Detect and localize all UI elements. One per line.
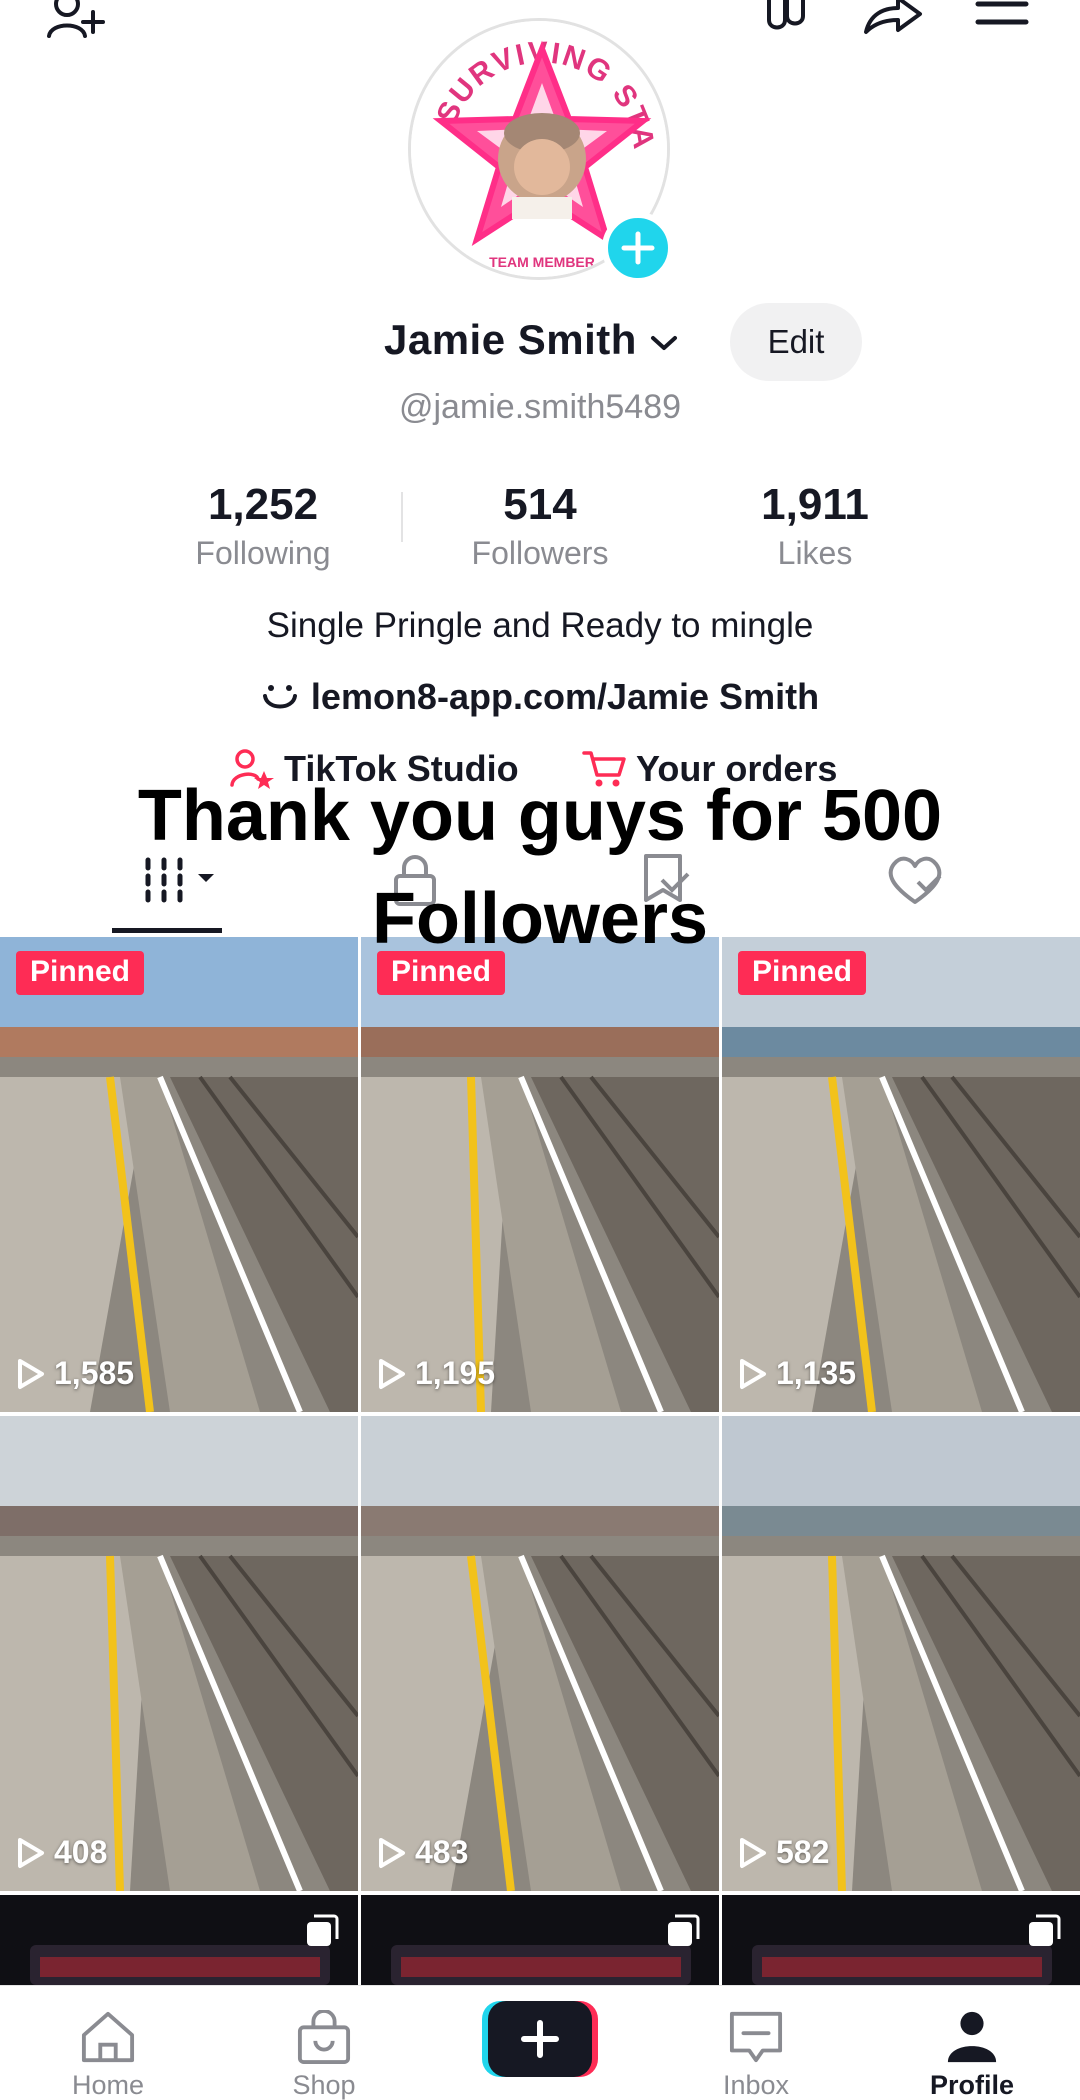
play-icon [379, 1837, 405, 1868]
video-preview-image [0, 937, 358, 1412]
view-count: 1,135 [738, 1355, 856, 1392]
nav-profile[interactable]: Profile [872, 1986, 1072, 2100]
following-count[interactable]: 1,252 [143, 480, 383, 530]
following-label[interactable]: Following [143, 535, 383, 572]
profile-link-text: lemon8-app.com/Jamie Smith [310, 676, 820, 717]
multi-photo-icon [668, 1914, 700, 1946]
nav-home-label: Home [71, 2070, 145, 2100]
home-icon [81, 2011, 135, 2063]
multi-photo-icon [307, 1914, 339, 1946]
profile-icon [947, 2011, 997, 2063]
profile-handle: @jamie.smith5489 [398, 388, 682, 426]
overlay-caption-line2: Followers [371, 879, 709, 959]
nav-home[interactable]: Home [8, 1986, 208, 2100]
view-count-text: 1,585 [54, 1355, 135, 1391]
video-thumbnail[interactable]: Pinned 1,585 [0, 937, 358, 1412]
nav-inbox-label: Inbox [722, 2070, 790, 2100]
profile-name: Jamie Smith [384, 316, 637, 363]
video-thumbnail[interactable]: 483 [361, 1416, 719, 1891]
nav-shop[interactable]: Shop [224, 1986, 424, 2100]
share-icon[interactable] [857, 0, 927, 44]
shopping-bag-icon [297, 2010, 351, 2064]
stat-divider [401, 492, 403, 542]
video-thumbnail[interactable] [361, 1895, 719, 1985]
view-count: 582 [738, 1834, 829, 1871]
view-count: 1,195 [377, 1355, 495, 1392]
inbox-icon [729, 2011, 783, 2063]
profile-bio: Single Pringle and Ready to mingle [266, 606, 814, 645]
video-thumbnail[interactable]: 408 [0, 1416, 358, 1891]
play-icon [18, 1358, 44, 1389]
bottom-navigation: Home Shop Inbox Profile [0, 1985, 1080, 2100]
profile-name-button[interactable]: Jamie Smith [384, 316, 679, 364]
view-count: 1,585 [16, 1355, 134, 1392]
edit-profile-button[interactable]: Edit [730, 303, 862, 381]
video-thumbnail[interactable] [722, 1895, 1080, 1985]
svg-text:TEAM MEMBER: TEAM MEMBER [489, 254, 595, 270]
nav-shop-label: Shop [292, 2070, 356, 2100]
view-count: 483 [377, 1834, 468, 1871]
video-thumbnail[interactable]: Pinned 1,135 [722, 937, 1080, 1412]
followers-label[interactable]: Followers [420, 535, 660, 572]
likes-count[interactable]: 1,911 [695, 480, 935, 530]
play-icon [740, 1837, 766, 1868]
view-count-text: 1,195 [415, 1355, 496, 1391]
nav-profile-label: Profile [929, 2070, 1015, 2100]
play-icon [379, 1358, 405, 1389]
footprints-icon[interactable] [748, 0, 818, 44]
view-count-text: 483 [415, 1834, 469, 1870]
view-count: 408 [16, 1834, 107, 1871]
video-thumbnail[interactable]: Pinned 1,195 [361, 937, 719, 1412]
add-story-button[interactable] [602, 212, 674, 284]
profile-link[interactable]: lemon8-app.com/Jamie Smith [0, 676, 1080, 718]
add-friend-icon[interactable] [40, 0, 110, 44]
view-count-text: 1,135 [776, 1355, 857, 1391]
plus-icon [621, 231, 655, 265]
followers-count[interactable]: 514 [420, 480, 660, 530]
video-thumbnail[interactable] [0, 1895, 358, 1985]
video-preview-image [722, 1416, 1080, 1891]
video-thumbnail[interactable]: 582 [722, 1416, 1080, 1891]
view-count-text: 408 [54, 1834, 108, 1870]
play-icon [18, 1837, 44, 1868]
overlay-caption-line1: Thank you guys for 500 [137, 776, 943, 856]
nav-inbox[interactable]: Inbox [656, 1986, 856, 2100]
video-preview-image [722, 937, 1080, 1412]
menu-icon[interactable] [967, 0, 1037, 44]
lemon8-link-icon [262, 685, 297, 709]
multi-photo-icon [1029, 1914, 1061, 1946]
likes-label[interactable]: Likes [695, 535, 935, 572]
video-preview-image [361, 1416, 719, 1891]
video-preview-image [0, 1416, 358, 1891]
create-button[interactable] [482, 2001, 598, 2077]
chevron-down-icon [651, 335, 678, 350]
play-icon [740, 1358, 766, 1389]
video-preview-image [361, 937, 719, 1412]
view-count-text: 582 [776, 1834, 830, 1870]
